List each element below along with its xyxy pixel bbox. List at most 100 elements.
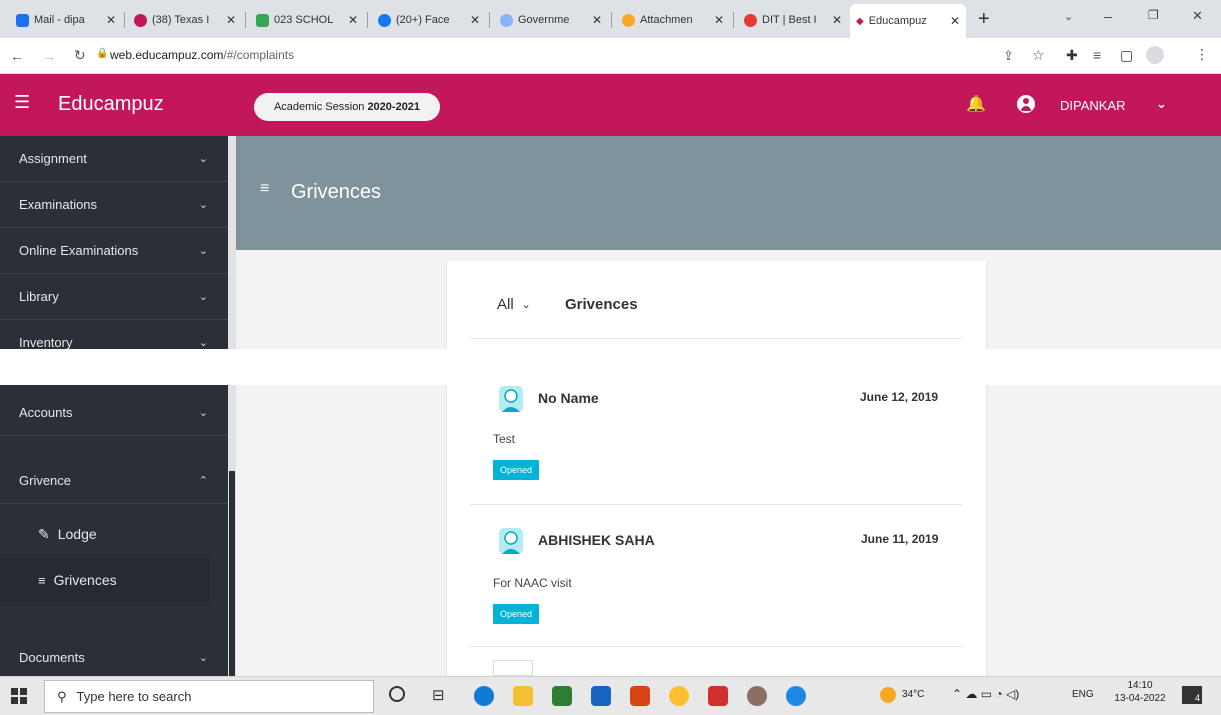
sidebar-item-grivence[interactable]: Grivence ⌃ xyxy=(0,458,228,504)
new-tab-button[interactable]: + xyxy=(978,8,990,31)
grivence-date: June 12, 2019 xyxy=(860,390,939,404)
session-value: 2020-2021 xyxy=(367,101,421,113)
tab-label: DIT | Best I xyxy=(762,14,817,26)
educampuz-icon: ◆ xyxy=(856,15,864,27)
sidebar-scrollbar-track[interactable] xyxy=(228,136,236,676)
user-avatar-icon[interactable] xyxy=(1017,95,1035,113)
sidebar-item-label: Lodge xyxy=(57,526,97,542)
page-title: Grivences xyxy=(291,181,382,203)
divider xyxy=(470,338,962,339)
sidebar-item-examinations[interactable]: Examinations ⌄ xyxy=(0,182,228,228)
grivence-message: For NAAC visit xyxy=(493,576,572,590)
profile-avatar[interactable] xyxy=(1146,46,1164,64)
task-view-icon[interactable]: ⊟ xyxy=(432,686,445,704)
drive-icon xyxy=(256,13,269,27)
sidebar-item-label: Grivences xyxy=(53,572,117,588)
status-filter-dropdown[interactable]: All ⌄ xyxy=(497,296,531,313)
mail-app-icon[interactable] xyxy=(591,686,611,706)
clock[interactable]: 14:10 13-04-2022 xyxy=(1110,680,1170,704)
minimize-button[interactable]: – xyxy=(1104,8,1112,24)
browser-tab-facebook[interactable]: (20+) Face ✕ xyxy=(372,6,486,34)
close-icon[interactable]: ✕ xyxy=(348,13,358,27)
edge-icon[interactable] xyxy=(474,686,494,706)
taskbar-search-box[interactable]: ⚲ Type here to search xyxy=(44,680,374,713)
lock-icon[interactable]: 🔒 xyxy=(96,48,108,59)
back-icon[interactable]: ← xyxy=(10,48,24,64)
sidebar-item-label: Inventory xyxy=(19,335,73,350)
browser-tab-educampuz[interactable]: ◆ Educampuz ✕ xyxy=(850,4,966,38)
chrome-icon[interactable] xyxy=(669,686,689,706)
file-explorer-icon[interactable] xyxy=(513,686,533,706)
notification-center-icon[interactable]: 4 xyxy=(1182,686,1202,704)
clock-time: 14:10 xyxy=(1127,680,1153,691)
weather-icon[interactable] xyxy=(880,687,896,703)
help-icon[interactable] xyxy=(786,686,806,706)
side-panel-icon[interactable]: ▢ xyxy=(1120,47,1133,64)
reload-icon[interactable]: ↻ xyxy=(74,47,86,64)
tab-label: Educampuz xyxy=(868,15,927,27)
grivence-item[interactable]: No Name June 12, 2019 Test Opened xyxy=(447,378,986,504)
globe-icon xyxy=(500,13,513,27)
close-icon[interactable]: ✕ xyxy=(106,13,116,27)
cortana-icon[interactable] xyxy=(389,686,405,702)
user-menu-chevron-icon[interactable]: ⌄ xyxy=(1156,96,1167,112)
avatar-icon xyxy=(499,386,523,412)
paint-icon[interactable] xyxy=(747,686,767,706)
reading-list-icon[interactable]: ≡ xyxy=(1093,47,1101,63)
browser-tab-drive[interactable]: 023 SCHOL ✕ xyxy=(250,6,364,34)
close-icon[interactable]: ✕ xyxy=(470,13,480,27)
browser-tab-attachment[interactable]: Attachmen ✕ xyxy=(616,6,730,34)
language-indicator[interactable]: ENG xyxy=(1072,689,1094,700)
tray-icons[interactable]: ⌃ ☁ ▭ ◔ ◁) xyxy=(952,687,1019,701)
sidebar-item-accounts[interactable]: Accounts ⌄ xyxy=(0,390,228,436)
sidebar-item-online-examinations[interactable]: Online Examinations ⌄ xyxy=(0,228,228,274)
session-label: Academic Session xyxy=(273,101,365,113)
avatar-icon xyxy=(499,528,523,554)
chevron-down-icon: ⌄ xyxy=(198,407,208,419)
store-icon[interactable] xyxy=(552,686,572,706)
heart-icon xyxy=(134,13,147,27)
facebook-icon xyxy=(378,13,391,27)
app-header: ☰ Educampuz Academic Session 2020-2021 🔔… xyxy=(0,74,1221,136)
notification-bell-icon[interactable]: 🔔 xyxy=(966,94,986,114)
user-name[interactable]: DIPANKAR xyxy=(1060,98,1126,113)
windows-start-icon[interactable] xyxy=(11,688,27,704)
browser-menu-icon[interactable]: ⋮ xyxy=(1195,46,1209,63)
share-icon[interactable]: ⇪ xyxy=(1003,48,1014,64)
office-icon[interactable] xyxy=(630,686,650,706)
browser-tab-government[interactable]: Governme ✕ xyxy=(494,6,608,34)
close-icon[interactable]: ✕ xyxy=(950,14,960,28)
sidebar-item-library[interactable]: Library ⌄ xyxy=(0,274,228,320)
hamburger-menu-icon[interactable]: ☰ xyxy=(14,93,30,111)
restore-button[interactable]: ❐ xyxy=(1148,8,1159,22)
close-icon[interactable]: ✕ xyxy=(226,13,236,27)
url-field[interactable]: web.educampuz.com/#/complaints xyxy=(110,48,294,62)
close-icon[interactable]: ✕ xyxy=(832,13,842,27)
acrobat-icon[interactable] xyxy=(708,686,728,706)
forward-icon[interactable]: → xyxy=(42,48,56,64)
app-brand[interactable]: Educampuz xyxy=(58,93,164,116)
grivence-author: ABHISHEK SAHA xyxy=(538,532,655,548)
sidebar-subitem-grivences[interactable]: ≡ Grivences xyxy=(0,558,210,602)
tab-label: 023 SCHOL xyxy=(274,14,334,26)
windows-taskbar: ⚲ Type here to search ⊟ 34°C ⌃ ☁ ▭ ◔ ◁) … xyxy=(0,676,1221,715)
window-close-button[interactable]: ✕ xyxy=(1192,8,1203,24)
grivence-item[interactable]: ABHISHEK SAHA June 11, 2019 For NAAC vis… xyxy=(447,520,986,646)
screenshot-seam xyxy=(0,349,1221,385)
sidebar-item-documents[interactable]: Documents ⌄ xyxy=(0,634,228,680)
bookmark-star-icon[interactable]: ☆ xyxy=(1032,47,1045,64)
browser-tab-mail[interactable]: Mail - dipa ✕ xyxy=(10,6,122,34)
browser-tab-dit[interactable]: DIT | Best I ✕ xyxy=(738,6,848,34)
close-icon[interactable]: ✕ xyxy=(714,13,724,27)
academic-session-pill[interactable]: Academic Session 2020-2021 xyxy=(254,93,440,121)
tab-search-icon[interactable]: ⌄ xyxy=(1064,10,1073,23)
browser-tab-texas[interactable]: (38) Texas I ✕ xyxy=(128,6,242,34)
extensions-icon[interactable]: ✚ xyxy=(1066,47,1078,64)
tab-label: (38) Texas I xyxy=(152,14,210,26)
sidebar-item-label: Online Examinations xyxy=(19,243,139,258)
sidebar-subitem-lodge[interactable]: ✎ Lodge xyxy=(0,512,210,556)
sidebar-item-assignment[interactable]: Assignment ⌄ xyxy=(0,136,228,182)
close-icon[interactable]: ✕ xyxy=(592,13,602,27)
weather-temp[interactable]: 34°C xyxy=(902,689,924,700)
notification-count: 4 xyxy=(1194,693,1200,703)
